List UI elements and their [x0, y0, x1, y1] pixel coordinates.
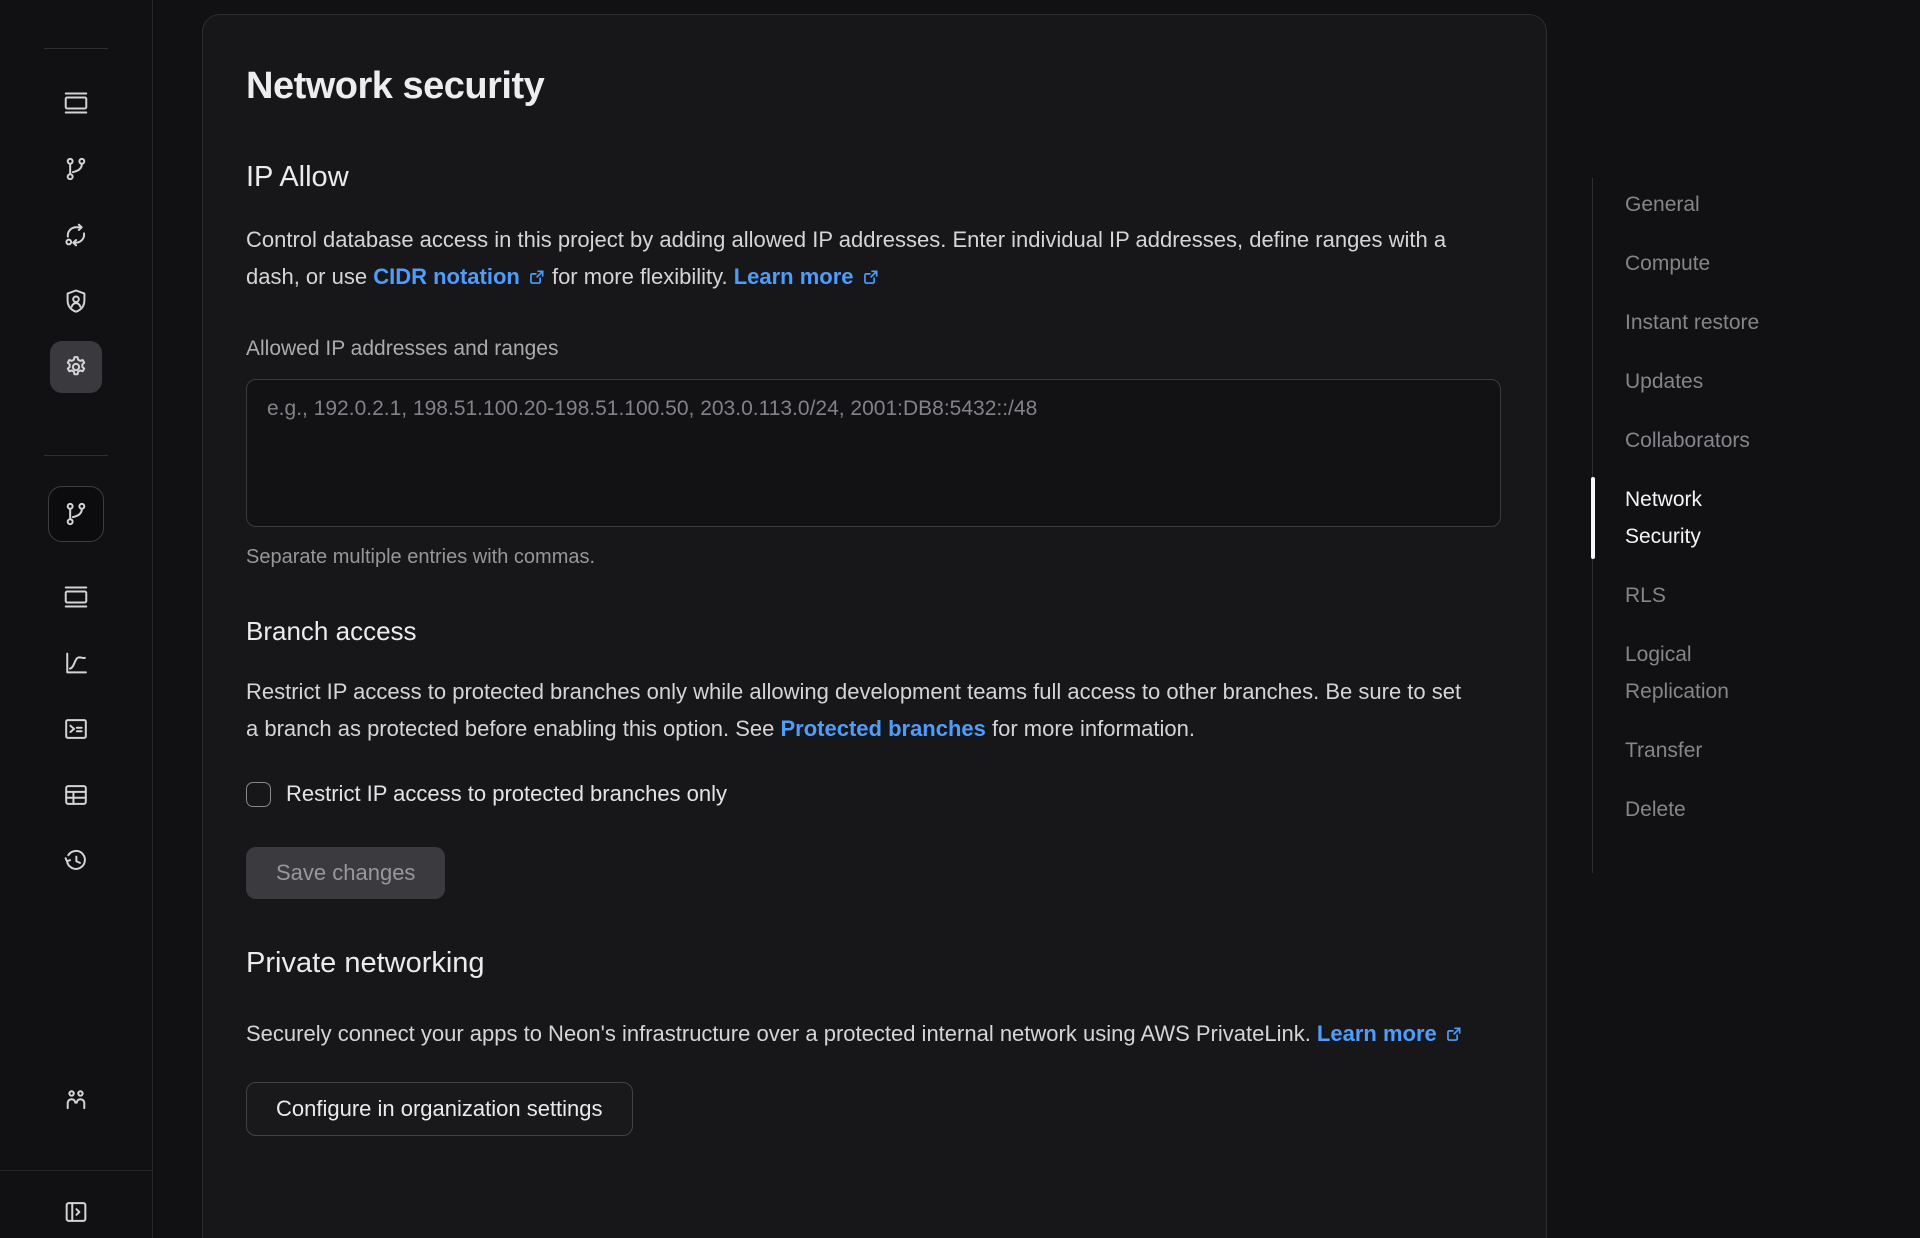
save-changes-button[interactable]: Save changes	[246, 847, 445, 899]
settings-card: Network security IP Allow Control databa…	[202, 14, 1547, 1238]
sidebar-item-roles[interactable]	[50, 275, 102, 327]
restrict-ip-checkbox-label: Restrict IP access to protected branches…	[286, 781, 727, 807]
people-icon	[62, 1086, 90, 1114]
nav-item-delete[interactable]: Delete	[1625, 791, 1770, 828]
windows-icon	[62, 583, 90, 611]
sidebar-item-sql-editor[interactable]	[50, 703, 102, 755]
windows-icon	[62, 89, 90, 117]
ip-allow-learn-more-link[interactable]: Learn more	[734, 264, 880, 289]
configure-org-settings-button[interactable]: Configure in organization settings	[246, 1082, 633, 1136]
branch-access-desc-text-2: for more information.	[986, 716, 1195, 741]
ip-allow-heading: IP Allow	[246, 159, 1503, 195]
gear-icon	[62, 353, 90, 381]
sidebar-item-settings[interactable]	[50, 341, 102, 393]
left-icon-sidebar	[0, 0, 153, 1238]
nav-item-logical-replication[interactable]: Logical Replication	[1625, 636, 1770, 710]
nav-item-compute[interactable]: Compute	[1625, 245, 1770, 282]
nav-item-rls[interactable]: RLS	[1625, 577, 1770, 614]
protected-branches-link[interactable]: Protected branches	[780, 716, 985, 741]
sidebar-item-monitoring[interactable]	[50, 637, 102, 689]
nav-item-network-security[interactable]: Network Security	[1625, 481, 1770, 555]
restrict-ip-checkbox-row[interactable]: Restrict IP access to protected branches…	[246, 781, 1503, 807]
external-link-icon	[1444, 1025, 1463, 1044]
sidebar-item-dashboard[interactable]	[50, 77, 102, 129]
branch-access-description: Restrict IP access to protected branches…	[246, 673, 1468, 747]
sidebar-divider	[0, 1170, 152, 1171]
nav-item-general[interactable]: General	[1625, 186, 1770, 223]
branch-access-heading: Branch access	[246, 615, 1503, 647]
sidebar-item-restore[interactable]	[50, 209, 102, 261]
sidebar-item-history[interactable]	[50, 835, 102, 887]
restrict-ip-checkbox[interactable]	[246, 782, 271, 807]
chart-curve-icon	[62, 649, 90, 677]
external-link-icon	[527, 268, 546, 287]
sidebar-divider	[44, 48, 108, 49]
nav-item-instant-restore[interactable]: Instant restore	[1625, 304, 1770, 341]
restore-icon	[62, 221, 90, 249]
page-title: Network security	[246, 63, 1503, 109]
git-branch-icon	[62, 155, 90, 183]
ip-allow-description: Control database access in this project …	[246, 221, 1468, 295]
sidebar-divider	[44, 455, 108, 456]
allowed-ip-input[interactable]	[246, 379, 1501, 527]
sidebar-item-project-branch[interactable]	[48, 486, 104, 542]
cidr-notation-link[interactable]: CIDR notation	[373, 264, 546, 289]
collapse-panel-icon	[62, 1198, 90, 1226]
private-networking-heading: Private networking	[246, 945, 1503, 981]
ip-field-label: Allowed IP addresses and ranges	[246, 337, 1503, 361]
private-networking-learn-more-link[interactable]: Learn more	[1317, 1021, 1463, 1046]
sidebar-collapse-button[interactable]	[50, 1186, 102, 1238]
sidebar-item-tables[interactable]	[50, 769, 102, 821]
table-icon	[62, 781, 90, 809]
ip-field-helper: Separate multiple entries with commas.	[246, 546, 1503, 569]
ip-allow-desc-text-2: for more flexibility.	[546, 264, 734, 289]
terminal-icon	[62, 715, 90, 743]
project-settings-nav: General Compute Instant restore Updates Coll…	[1625, 186, 1770, 850]
nav-item-collaborators[interactable]: Collaborators	[1625, 422, 1770, 459]
sidebar-item-branches[interactable]	[50, 143, 102, 195]
shield-user-icon	[62, 287, 90, 315]
private-networking-desc-text: Securely connect your apps to Neon's inf…	[246, 1021, 1317, 1046]
history-icon	[62, 847, 90, 875]
sidebar-item-overview[interactable]	[50, 571, 102, 623]
private-networking-description: Securely connect your apps to Neon's inf…	[246, 1015, 1468, 1052]
nav-item-transfer[interactable]: Transfer	[1625, 732, 1770, 769]
git-branch-icon	[62, 500, 90, 528]
sidebar-item-invite-people[interactable]	[50, 1074, 102, 1126]
nav-item-updates[interactable]: Updates	[1625, 363, 1770, 400]
external-link-icon	[861, 268, 880, 287]
